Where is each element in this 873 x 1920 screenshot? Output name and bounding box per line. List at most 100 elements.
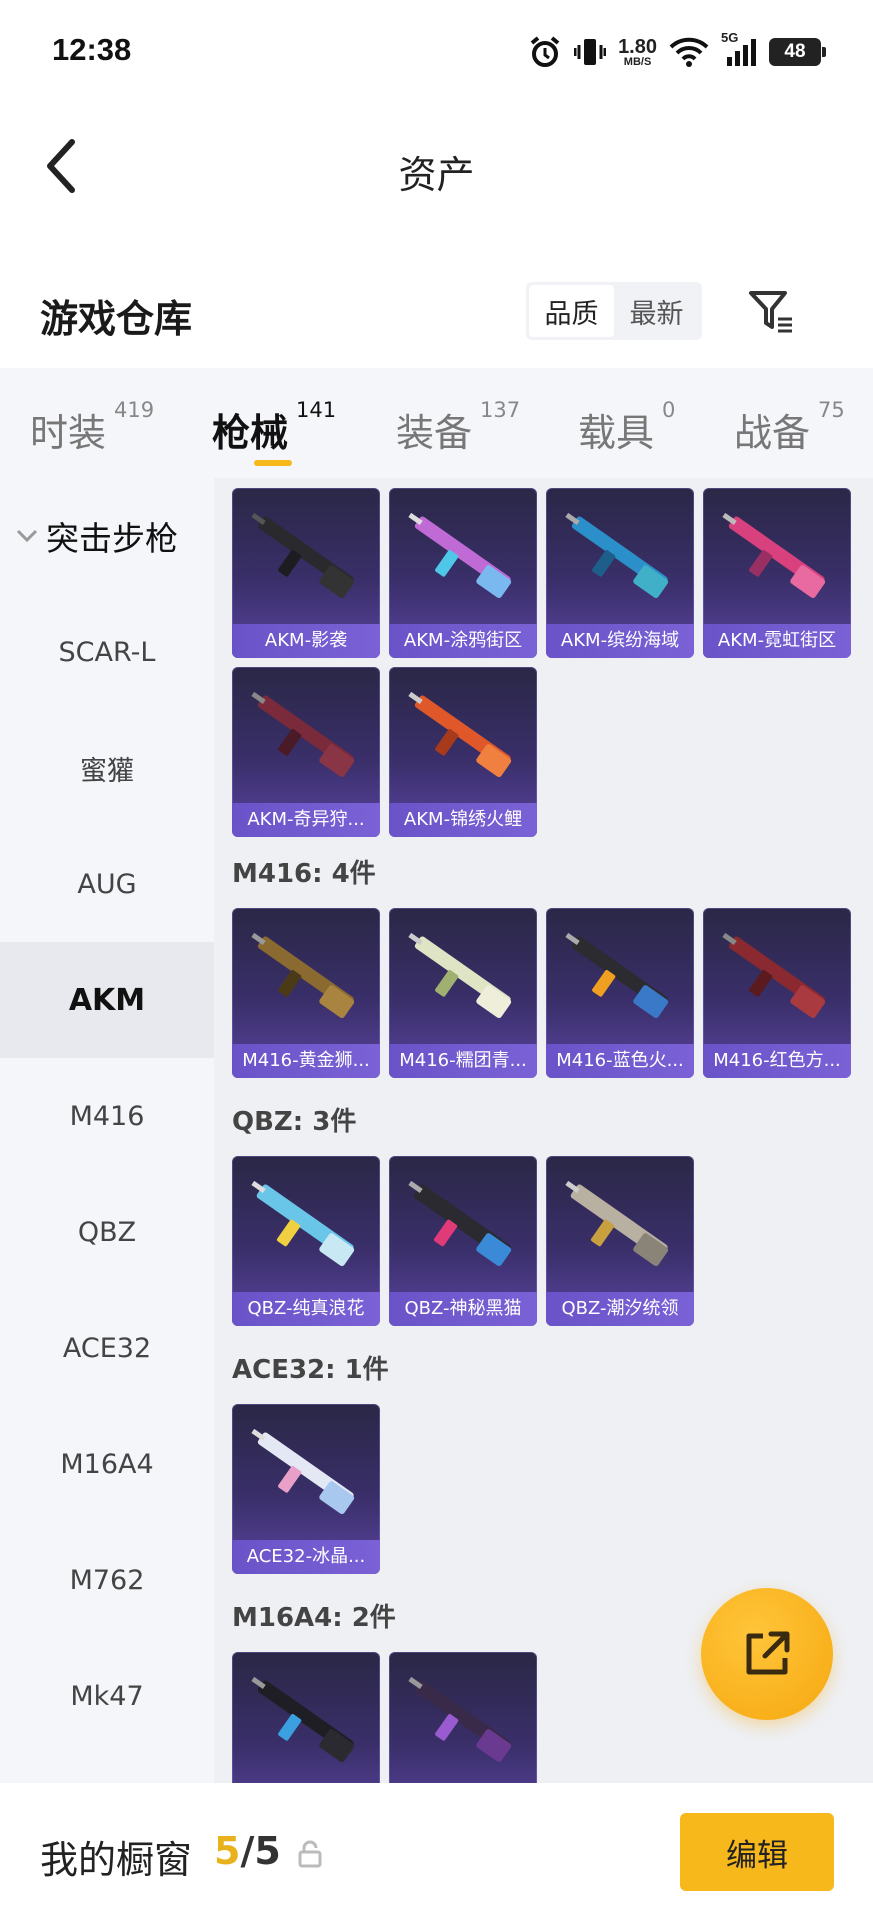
skin-name: AKM-影袭: [232, 624, 380, 658]
skin-name: AKM-涂鸦街区: [389, 624, 537, 658]
skin-card[interactable]: AKM-涂鸦街区: [389, 488, 537, 658]
tab-label: 枪械: [212, 411, 289, 455]
filter-icon: [749, 291, 792, 333]
sidebar-item-scar-l[interactable]: SCAR-L: [0, 594, 214, 710]
skin-card[interactable]: M416-糯团青...: [389, 908, 537, 1078]
skin-name: QBZ-潮汐统领: [546, 1292, 694, 1326]
rifle-skin-image: [251, 1428, 355, 1515]
skin-card[interactable]: AKM-奇异狩...: [232, 667, 380, 837]
showcase-count-current: 5: [214, 1829, 241, 1873]
tab-outfits[interactable]: 时装 419: [30, 398, 154, 457]
skin-card[interactable]: M416-黄金狮...: [232, 908, 380, 1078]
vibrate-icon: [574, 34, 607, 70]
battery-level: 48: [784, 41, 806, 62]
weapon-type-sidebar: 突击步枪 SCAR-L 蜜獾 AUG AKM M416 QBZ ACE32 M1…: [0, 478, 214, 1783]
skin-card[interactable]: [232, 1652, 380, 1783]
showcase-bar: 我的橱窗 5/5 编辑: [0, 1783, 873, 1920]
sidebar-item-m16a4[interactable]: M16A4: [0, 1406, 214, 1522]
tab-equipment[interactable]: 装备 137: [396, 398, 520, 457]
skin-card[interactable]: AKM-锦绣火鲤: [389, 667, 537, 837]
tab-count: 75: [818, 398, 845, 422]
sidebar-item-akm[interactable]: AKM: [0, 942, 214, 1058]
skin-name: AKM-霓虹街区: [703, 624, 851, 658]
chevron-down-icon: [16, 529, 38, 543]
skin-card[interactable]: [389, 1652, 537, 1783]
rifle-skin-image: [565, 512, 669, 599]
rifle-skin-image: [722, 512, 826, 599]
skin-card[interactable]: ACE32-冰晶...: [232, 1404, 380, 1574]
skin-name: M416-糯团青...: [389, 1044, 537, 1078]
network-speed: 1.80 MB/S: [618, 34, 657, 70]
sort-newest-option[interactable]: 最新: [614, 285, 699, 337]
skin-card[interactable]: QBZ-潮汐统领: [546, 1156, 694, 1326]
share-fab-button[interactable]: [701, 1588, 833, 1720]
showcase-count: 5/5: [214, 1829, 281, 1873]
skin-name: M416-黄金狮...: [232, 1044, 380, 1078]
signal-label: 5G: [721, 30, 739, 45]
net-speed-unit: MB/S: [623, 55, 652, 68]
section-title: ACE32: 1件: [232, 1355, 389, 1385]
page-title: 资产: [398, 153, 475, 197]
skin-name: QBZ-神秘黑猫: [389, 1292, 537, 1326]
rifle-skin-image: [565, 932, 669, 1019]
tab-count: 141: [296, 398, 337, 422]
sort-toggle: 品质 最新: [526, 282, 702, 340]
sidebar-item-m416[interactable]: M416: [0, 1058, 214, 1174]
skin-card[interactable]: AKM-霓虹街区: [703, 488, 851, 658]
rifle-skin-image: [251, 932, 355, 1019]
rifle-skin-image: [251, 691, 355, 778]
alarm-icon: [528, 34, 562, 70]
tab-label: 载具: [578, 411, 655, 455]
tab-vehicles[interactable]: 载具 0: [578, 398, 675, 457]
skin-name: AKM-锦绣火鲤: [389, 803, 537, 837]
skin-name: QBZ-纯真浪花: [232, 1292, 380, 1326]
sidebar-item-qbz[interactable]: QBZ: [0, 1174, 214, 1290]
rifle-skin-image: [251, 1180, 355, 1267]
sidebar-item-honey-badger[interactable]: 蜜獾: [0, 710, 214, 826]
active-tab-indicator: [254, 460, 292, 466]
skin-grid: QBZ-纯真浪花 QBZ-神秘黑猫 QBZ-潮汐统领: [232, 1156, 872, 1326]
page-header: 资产: [0, 104, 873, 228]
sort-quality-option[interactable]: 品质: [529, 285, 614, 337]
skin-card[interactable]: AKM-影袭: [232, 488, 380, 658]
section-m416: M416: 4件 M416-黄金狮... M416-糯团青... M416-蓝色…: [232, 856, 872, 1078]
warehouse-bar: 游戏仓库 品质 最新: [0, 228, 873, 368]
tab-weapons[interactable]: 枪械 141: [212, 398, 336, 457]
skin-name: ACE32-冰晶...: [232, 1540, 380, 1574]
skin-grid: M416-黄金狮... M416-糯团青... M416-蓝色火... M416…: [232, 908, 872, 1078]
tab-count: 137: [480, 398, 521, 422]
rifle-skin-image: [408, 691, 512, 778]
net-speed-value: 1.80: [618, 35, 657, 58]
skin-card[interactable]: QBZ-纯真浪花: [232, 1156, 380, 1326]
rifle-skin-image: [251, 512, 355, 599]
sidebar-item-m762[interactable]: M762: [0, 1522, 214, 1638]
filter-button[interactable]: [744, 286, 800, 338]
skin-card[interactable]: M416-红色方...: [703, 908, 851, 1078]
skin-card[interactable]: QBZ-神秘黑猫: [389, 1156, 537, 1326]
share-external-icon: [746, 1631, 790, 1675]
skin-list: AKM-影袭 AKM-涂鸦街区 AKM-缤纷海域 AKM-霓虹街区 AKM-奇异…: [214, 478, 873, 1783]
skin-name: AKM-奇异狩...: [232, 803, 380, 837]
section-title: M416: 4件: [232, 859, 376, 889]
skin-name: AKM-缤纷海域: [546, 624, 694, 658]
tab-label: 装备: [396, 411, 473, 455]
showcase-count-separator: /: [240, 1829, 255, 1873]
sidebar-group-assault-rifles[interactable]: 突击步枪: [0, 478, 214, 594]
showcase-title: 我的橱窗: [40, 1838, 193, 1882]
sidebar-item-ace32[interactable]: ACE32: [0, 1290, 214, 1406]
skin-name: M416-蓝色火...: [546, 1044, 694, 1078]
signal-icon: 5G: [721, 30, 757, 70]
status-time: 12:38: [52, 32, 132, 67]
rifle-skin-image: [408, 932, 512, 1019]
tab-gear[interactable]: 战备 75: [734, 398, 845, 457]
skin-card[interactable]: AKM-缤纷海域: [546, 488, 694, 658]
skin-card[interactable]: M416-蓝色火...: [546, 908, 694, 1078]
rifle-skin-image: [408, 1180, 512, 1267]
status-bar: 12:38 1.80 MB/S 5G 48: [0, 0, 873, 104]
rifle-skin-image: [722, 932, 826, 1019]
sidebar-item-aug[interactable]: AUG: [0, 826, 214, 942]
sidebar-item-mk47[interactable]: Mk47: [0, 1638, 214, 1754]
edit-button[interactable]: 编辑: [680, 1813, 834, 1891]
category-tabs: 时装 419 枪械 141 装备 137 载具 0 战备 75: [0, 368, 873, 478]
tab-label: 时装: [30, 411, 107, 455]
